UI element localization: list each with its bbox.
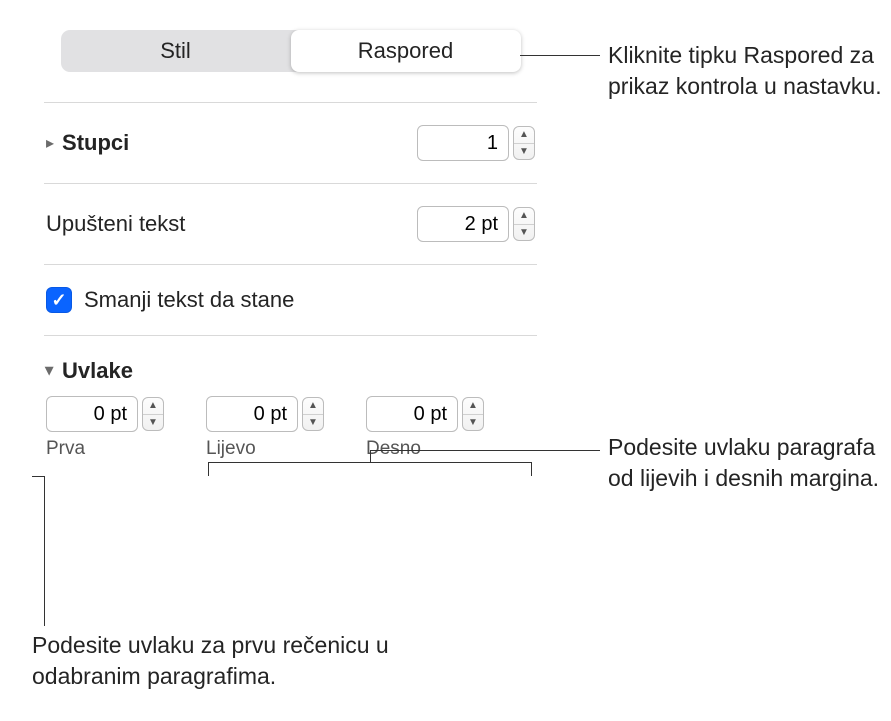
indents-fields: ▲ ▼ Prva ▲ ▼ Lijevo ▲ ▼ — [46, 396, 535, 466]
callout-bracket-margins — [208, 462, 532, 476]
indent-left-down[interactable]: ▼ — [303, 415, 323, 431]
indent-first-label: Prva — [46, 438, 164, 460]
shrink-checkbox[interactable]: ✓ — [46, 287, 72, 313]
inset-step-up[interactable]: ▲ — [514, 208, 534, 225]
inset-label: Upušteni tekst — [46, 211, 185, 237]
columns-label: Stupci — [62, 130, 129, 156]
columns-row: ▸ Stupci ▲ ▼ — [46, 103, 535, 183]
indent-left-label: Lijevo — [206, 438, 324, 460]
indent-left-stepper: ▲ ▼ — [302, 397, 324, 431]
columns-step-up[interactable]: ▲ — [514, 127, 534, 144]
indent-right-up[interactable]: ▲ — [463, 398, 483, 415]
shrink-row: ✓ Smanji tekst da stane — [46, 265, 535, 335]
indent-right-down[interactable]: ▼ — [463, 415, 483, 431]
chevron-right-icon[interactable]: ▸ — [46, 133, 54, 153]
callout-margins: Podesite uvlaku paragrafa od lijevih i d… — [608, 432, 888, 494]
indent-first-down[interactable]: ▼ — [143, 415, 163, 431]
indent-first-stepper: ▲ ▼ — [142, 397, 164, 431]
indent-left-up[interactable]: ▲ — [303, 398, 323, 415]
indent-right-label: Desno — [366, 438, 484, 460]
indents-heading: Uvlake — [62, 358, 133, 384]
inset-input[interactable] — [417, 206, 509, 242]
tab-segmented-control: Stil Raspored — [61, 30, 521, 72]
indent-first-input[interactable] — [46, 396, 138, 432]
chevron-down-icon[interactable]: ▸ — [40, 367, 60, 375]
inset-stepper-buttons: ▲ ▼ — [513, 207, 535, 241]
indent-left-block: ▲ ▼ Lijevo — [206, 396, 324, 460]
indent-first-up[interactable]: ▲ — [143, 398, 163, 415]
shrink-label: Smanji tekst da stane — [84, 287, 294, 313]
indent-first-block: ▲ ▼ Prva — [46, 396, 164, 460]
columns-input[interactable] — [417, 125, 509, 161]
tab-raspored[interactable]: Raspored — [291, 30, 521, 72]
tab-raspored-label: Raspored — [358, 38, 453, 64]
indent-left-input[interactable] — [206, 396, 298, 432]
callout-lead — [370, 450, 371, 462]
tab-stil[interactable]: Stil — [61, 30, 291, 72]
inset-step-down[interactable]: ▼ — [514, 225, 534, 241]
check-icon: ✓ — [51, 290, 66, 311]
inspector-panel: Stil Raspored ▸ Stupci ▲ ▼ Upušteni teks… — [28, 12, 553, 476]
columns-stepper: ▲ ▼ — [417, 125, 535, 161]
columns-stepper-buttons: ▲ ▼ — [513, 126, 535, 160]
callout-first: Podesite uvlaku za prvu rečenicu u odabr… — [32, 630, 452, 692]
callout-top: Kliknite tipku Raspored za prikaz kontro… — [608, 40, 888, 102]
callout-lead — [520, 55, 600, 56]
indent-right-input[interactable] — [366, 396, 458, 432]
inset-row: Upušteni tekst ▲ ▼ — [46, 184, 535, 264]
callout-lead — [44, 476, 45, 626]
columns-step-down[interactable]: ▼ — [514, 144, 534, 160]
callout-lead — [370, 450, 600, 451]
indents-heading-row: ▸ Uvlake — [46, 336, 535, 396]
indent-right-stepper: ▲ ▼ — [462, 397, 484, 431]
tab-stil-label: Stil — [160, 38, 191, 64]
callout-lead — [32, 476, 44, 477]
inset-stepper: ▲ ▼ — [417, 206, 535, 242]
